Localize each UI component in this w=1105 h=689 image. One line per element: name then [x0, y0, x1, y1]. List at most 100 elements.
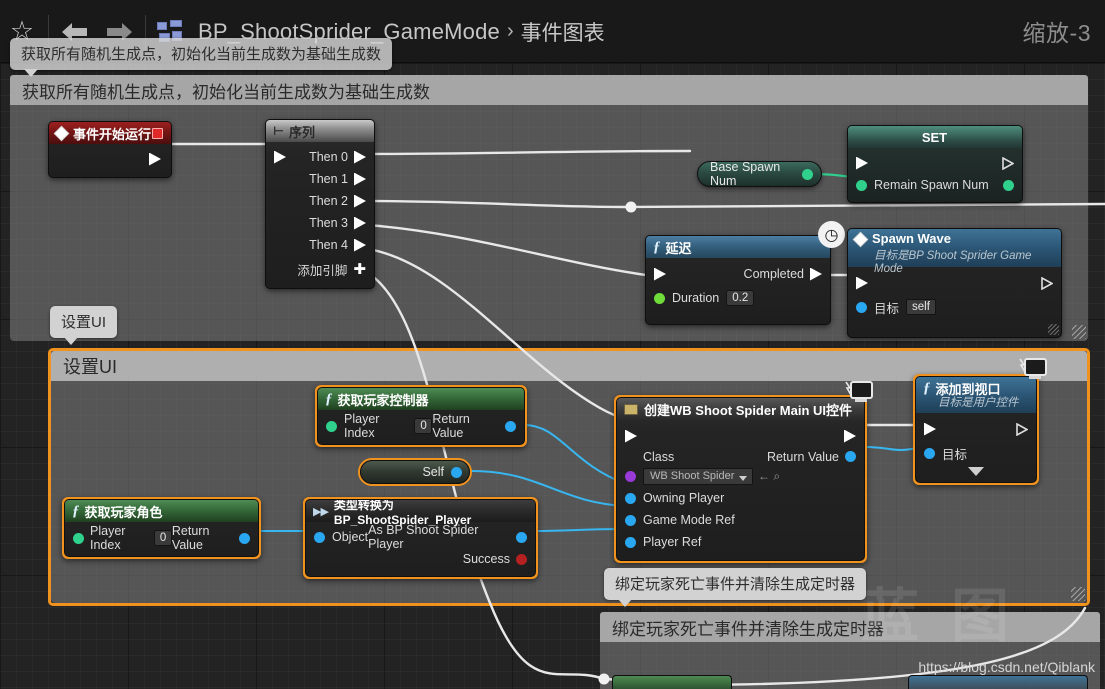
- sequence-row-then0[interactable]: Then 0: [266, 146, 374, 168]
- gpchar-row[interactable]: Player Index 0 Return Value: [65, 524, 258, 552]
- partial-node-bottom-left[interactable]: [612, 675, 732, 689]
- pin-in-target[interactable]: [924, 447, 935, 459]
- cast-object-row[interactable]: Object As BP Shoot Spider Player: [306, 523, 535, 551]
- sequence-row-then4[interactable]: Then 4: [266, 234, 374, 256]
- watermark-text: 蓝 图: [860, 584, 1017, 649]
- pin-exec-in[interactable]: [654, 267, 666, 281]
- spawnwave-exec-row[interactable]: [848, 271, 1061, 295]
- breadcrumb-graph-name[interactable]: 事件图表: [521, 17, 605, 47]
- widget-icon: [624, 403, 638, 415]
- createwidget-exec-row[interactable]: [617, 424, 864, 448]
- pin-out-return-value[interactable]: [239, 532, 250, 544]
- expand-down-icon[interactable]: [968, 467, 984, 476]
- pin-exec-out[interactable]: [354, 216, 366, 230]
- pin-in-owning-player[interactable]: [625, 492, 636, 504]
- pin-out-self[interactable]: [451, 466, 462, 478]
- pin-exec-in[interactable]: [625, 429, 637, 443]
- pin-in-class[interactable]: [625, 470, 636, 482]
- pin-exec-in[interactable]: [856, 156, 868, 170]
- cast-success-row[interactable]: Success: [306, 548, 535, 570]
- pin-exec-out[interactable]: [1002, 156, 1014, 170]
- gpc-row[interactable]: Player Index 0 Return Value: [318, 412, 524, 440]
- comment-resize-handle[interactable]: [1071, 587, 1085, 601]
- graph-canvas[interactable]: 获取所有随机生成点，初始化当前生成数为基础生成数 设置UI 绑定玩家死亡事件并清…: [0, 63, 1105, 689]
- pin-exec-in[interactable]: [924, 422, 936, 436]
- node-header: ƒ 延迟: [646, 236, 830, 258]
- pin-exec-out[interactable]: [844, 429, 856, 443]
- node-resize-handle[interactable]: [1048, 324, 1059, 335]
- set-exec-row[interactable]: [848, 152, 1022, 174]
- node-self[interactable]: Self: [358, 458, 472, 486]
- node-get-player-character[interactable]: ƒ 获取玩家角色 Player Index 0 Return Value: [62, 497, 261, 559]
- partial-node-bottom-right[interactable]: [908, 675, 1088, 689]
- pin-exec-out[interactable]: [354, 194, 366, 208]
- class-browse-icons[interactable]: ← ⌕: [758, 469, 780, 484]
- node-sequence[interactable]: ⊢ 序列 Then 0 Then 1 Then 2 Then 3 Then 4 …: [265, 119, 375, 289]
- pin-out-as-player[interactable]: [516, 531, 527, 543]
- setup-ui-tooltip-bubble: 设置UI: [50, 306, 118, 345]
- pin-label: Duration: [672, 291, 720, 305]
- createwidget-player-ref-row[interactable]: Player Ref: [617, 531, 864, 553]
- player-index-field[interactable]: 0: [414, 418, 433, 434]
- chevron-right-icon: ›: [506, 20, 514, 42]
- pin-in-duration[interactable]: [654, 292, 665, 304]
- spawnwave-target-row[interactable]: 目标 self: [848, 295, 1061, 319]
- plus-icon[interactable]: ✚: [353, 260, 366, 278]
- delay-duration-row[interactable]: Duration 0.2: [646, 286, 830, 310]
- node-title: 事件开始运行: [73, 126, 152, 142]
- pin-in-value[interactable]: [856, 179, 867, 191]
- player-index-field[interactable]: 0: [153, 530, 172, 546]
- pin-out-return-value[interactable]: [505, 420, 516, 432]
- pin-in-target[interactable]: [856, 301, 867, 313]
- comment-resize-handle[interactable]: [1072, 325, 1086, 339]
- pin-exec-in[interactable]: [274, 150, 286, 164]
- pin-in-player-index[interactable]: [326, 420, 337, 432]
- pin-in-player-ref[interactable]: [625, 536, 636, 548]
- pin-exec-out[interactable]: [354, 150, 366, 164]
- node-title: 创建WB Shoot Spider Main UI控件: [644, 402, 852, 418]
- node-event-begin-play[interactable]: 事件开始运行: [48, 121, 172, 178]
- createwidget-class-label-row: Class Return Value: [617, 448, 864, 465]
- sequence-row-then3[interactable]: Then 3: [266, 212, 374, 234]
- pin-label: Class: [643, 449, 675, 464]
- node-create-widget[interactable]: 创建WB Shoot Spider Main UI控件 Class Return…: [614, 381, 873, 563]
- class-dropdown[interactable]: WB Shoot Spider: [643, 467, 753, 485]
- pin-exec-out[interactable]: [810, 267, 822, 281]
- pin-out-value[interactable]: [802, 168, 813, 180]
- set-value-row[interactable]: Remain Spawn Num: [848, 174, 1022, 196]
- sequence-add-pin-button[interactable]: 添加引脚 ✚: [266, 256, 374, 282]
- node-spawn-wave[interactable]: Spawn Wave 目标是BP Shoot Sprider Game Mode…: [847, 228, 1062, 338]
- node-get-player-controller[interactable]: ƒ 获取玩家控制器 Player Index 0 Return Value: [315, 385, 527, 447]
- node-delay[interactable]: ◷ ƒ 延迟 Completed Duration 0.2: [645, 221, 845, 325]
- pin-in-player-index[interactable]: [73, 532, 84, 544]
- atv-target-row[interactable]: 目标: [916, 441, 1036, 465]
- delay-exec-row[interactable]: Completed: [646, 262, 830, 286]
- node-add-to-viewport[interactable]: ƒ 添加到视口 目标是用户控件 目标: [913, 358, 1047, 485]
- atv-exec-row[interactable]: [916, 417, 1036, 441]
- target-value-field[interactable]: self: [906, 299, 936, 315]
- sequence-icon: ⊢: [273, 124, 284, 138]
- createwidget-gamemode-ref-row[interactable]: Game Mode Ref: [617, 509, 864, 531]
- sequence-row-then2[interactable]: Then 2: [266, 190, 374, 212]
- pin-exec-in[interactable]: [856, 276, 868, 290]
- node-cast-to-bp-shootspider-player[interactable]: ▶▶ 类型转换为 BP_ShootSpider_Player Object As…: [303, 497, 538, 579]
- screen-icon: [1017, 358, 1047, 382]
- sequence-row-then1[interactable]: Then 1: [266, 168, 374, 190]
- stop-square-icon[interactable]: [152, 127, 163, 139]
- pin-out-return-value[interactable]: [845, 451, 856, 462]
- function-f-icon: ƒ: [923, 380, 931, 396]
- pin-out-value[interactable]: [1003, 179, 1014, 191]
- node-set-remain-spawn-num[interactable]: SET Remain Spawn Num: [847, 125, 1023, 203]
- pin-exec-out[interactable]: [354, 238, 366, 252]
- pin-out-success[interactable]: [516, 553, 527, 565]
- pin-exec-out[interactable]: [1041, 276, 1053, 290]
- pin-exec-out[interactable]: [1016, 422, 1028, 436]
- createwidget-owning-player-row[interactable]: Owning Player: [617, 487, 864, 509]
- pin-exec-out[interactable]: [354, 172, 366, 186]
- pin-exec-out[interactable]: [149, 152, 161, 166]
- pin-in-object[interactable]: [314, 531, 325, 543]
- duration-value-field[interactable]: 0.2: [726, 290, 755, 306]
- createwidget-class-value-row[interactable]: WB Shoot Spider ← ⌕: [617, 465, 864, 487]
- node-base-spawn-num[interactable]: Base Spawn Num: [697, 160, 822, 188]
- pin-in-game-mode-ref[interactable]: [625, 514, 636, 526]
